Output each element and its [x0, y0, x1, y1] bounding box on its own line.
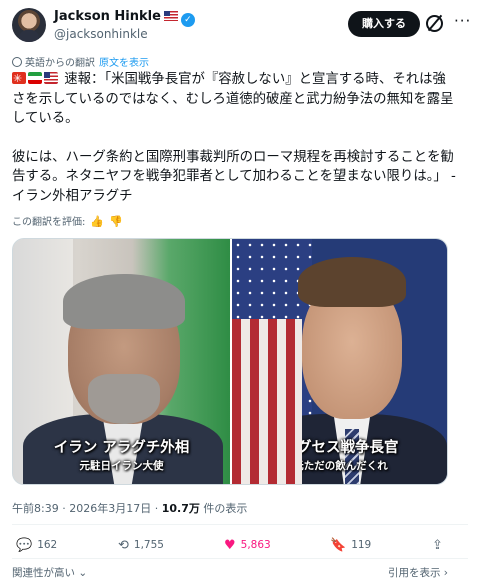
bookmark-icon: 🔖	[330, 538, 347, 553]
reply-button[interactable]: 💬 162	[16, 538, 57, 553]
like-button[interactable]: ♥ 5,863	[224, 538, 271, 553]
display-name[interactable]: Jackson Hinkle ✓	[54, 9, 195, 27]
post-time[interactable]: 午前8:39	[12, 502, 59, 515]
iran-flag-icon	[28, 72, 42, 84]
right-caption: ヘグセス戦争長官	[282, 440, 399, 456]
left-caption: イラン アラグチ外相	[53, 440, 190, 456]
us-flag-icon	[163, 11, 178, 21]
left-photo-panel: イラン アラグチ外相 元駐日イラン大使	[13, 239, 230, 484]
chevron-down-icon: ⌄	[78, 567, 88, 579]
divider	[12, 558, 468, 559]
rate-translation: この翻訳を評価: 👍 👎	[12, 215, 123, 228]
right-subcaption: 元ただの飲んだくれ	[293, 460, 388, 472]
translation-notice: 英語からの翻訳 原文を表示	[12, 54, 149, 69]
post-date[interactable]: 2026年3月17日	[69, 502, 151, 515]
hair-shape	[298, 257, 406, 307]
post-line: 彼には、ハーグ条約と国際刑事裁判所のローマ規程を再検討することを勧	[12, 149, 454, 165]
beard-shape	[88, 374, 160, 424]
red-emoji-icon	[12, 69, 26, 89]
bookmark-button[interactable]: 🔖 119	[330, 538, 371, 553]
reply-icon: 💬	[16, 538, 33, 553]
like-icon: ♥	[224, 538, 236, 553]
post-line: イラン外相アラグチ	[12, 188, 133, 204]
post-meta: 午前8:39 · 2026年3月17日 · 10.7万 件の表示	[12, 502, 248, 515]
handle[interactable]: @jacksonhinkle	[54, 27, 148, 41]
repost-icon: ⟲	[118, 538, 129, 553]
more-icon[interactable]: ···	[454, 12, 471, 30]
verified-badge-icon[interactable]: ✓	[180, 13, 195, 27]
sort-dropdown[interactable]: 関連性が高い ⌄	[12, 565, 87, 580]
hair-shape	[63, 274, 185, 329]
divider	[12, 524, 468, 525]
view-quotes-link[interactable]: 引用を表示 ›	[388, 565, 448, 580]
chevron-right-icon: ›	[443, 567, 448, 579]
post-header: Jackson Hinkle ✓ @jacksonhinkle 購入する ···	[12, 8, 471, 44]
post-line: している。	[12, 111, 79, 126]
us-flag-icon	[44, 72, 58, 84]
view-count: 10.7万	[161, 502, 200, 515]
post-line: さを示しているのではなく、むしろ道徳的破産と武力紛争法の無知を露呈	[12, 91, 454, 107]
right-photo-panel: ヘグセス戦争長官 元ただの飲んだくれ	[232, 239, 447, 484]
post-line: 告する。ネタニヤフを戦争犯罪者として加わることを望まない限りは。」 -	[12, 169, 456, 184]
post-line: 速報：「米国戦争長官が『容赦しない』と宣言する時、それは強	[12, 69, 468, 90]
thumbs-up-icon[interactable]: 👍	[90, 215, 104, 228]
avatar[interactable]	[12, 8, 46, 42]
buy-button[interactable]: 購入する	[348, 11, 420, 37]
share-button[interactable]: ⇪	[432, 538, 448, 553]
post-text: 速報：「米国戦争長官が『容赦しない』と宣言する時、それは強 さを示しているのでは…	[12, 69, 468, 206]
grok-icon[interactable]	[426, 15, 443, 32]
post-image[interactable]: イラン アラグチ外相 元駐日イラン大使 ヘグセス戦争長官 元ただの飲んだくれ	[12, 238, 448, 485]
left-subcaption: 元駐日イラン大使	[79, 460, 164, 472]
show-original-link[interactable]: 原文を表示	[99, 58, 149, 69]
thumbs-down-icon[interactable]: 👎	[109, 215, 123, 228]
translate-icon	[12, 57, 22, 67]
repost-button[interactable]: ⟲ 1,755	[118, 538, 164, 553]
share-icon: ⇪	[432, 538, 443, 553]
action-bar: 💬 162 ⟲ 1,755 ♥ 5,863 🔖 119 ⇪	[12, 538, 468, 558]
